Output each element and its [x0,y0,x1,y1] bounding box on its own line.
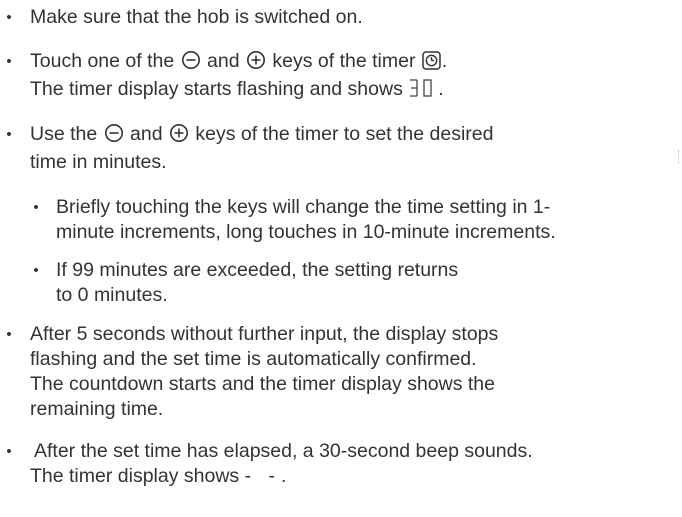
step-text: Briefly touching the keys will change th… [56,195,682,245]
bullet: • [6,326,12,343]
step-line: flashing and the set time is automatical… [30,348,477,370]
step-text: After the set time has elapsed, a 30-sec… [30,439,682,489]
step-text: Touch one of the and keys of the timer .… [30,49,682,105]
step-line: If 99 minutes are exceeded, the setting … [56,259,459,281]
plus-circle-icon [246,50,266,77]
step-text: After 5 seconds without further input, t… [30,322,682,422]
step-line: The timer display starts flashing and sh… [30,77,682,105]
bullet: • [6,126,12,143]
step-line: The timer display shows - -. [30,464,682,489]
bullet: • [33,199,39,216]
timer-clock-icon [422,51,441,77]
step-text: Use the and keys of the timer to set the… [30,122,682,175]
bullet: • [6,443,12,460]
step-text-part: . [438,78,444,100]
step-line: The countdown starts and the timer displ… [30,373,495,395]
step-text: Make sure that the hob is switched on. [30,6,363,28]
step-line: After the set time has elapsed, a 30-sec… [34,440,533,462]
step-line: Use the and keys of the timer to set the… [30,122,682,150]
seven-segment-30-icon [408,78,438,105]
step-line: After 5 seconds without further input, t… [30,323,499,345]
bullet: • [6,53,12,70]
step-text-part: The timer display shows [30,465,245,487]
step-line: Briefly touching the keys will change th… [56,196,551,218]
minus-circle-icon [104,123,124,150]
step-line: time in minutes. [30,151,167,173]
step-line: Touch one of the and keys of the timer . [30,49,682,77]
step-text-part: . [441,50,448,72]
bullet: • [6,9,12,26]
step-text-part: and [201,50,245,72]
step-text-part: keys of the timer [267,50,421,72]
display-dashes: - - [244,465,281,487]
step-text-part: keys of the timer to set the desired [190,123,494,145]
plus-circle-icon [169,123,189,150]
minus-circle-icon [181,50,201,77]
step-text: If 99 minutes are exceeded, the setting … [56,258,682,308]
step-text-part: Use the [30,123,103,145]
step-line: to 0 minutes. [56,284,168,306]
step-text-part: Touch one of the [30,50,180,72]
step-line: minute increments, long touches in 10-mi… [56,221,556,243]
step-text-part: and [124,123,168,145]
step-text-part: The timer display starts flashing and sh… [30,78,409,100]
margin-mark [678,150,680,164]
step-line: remaining time. [30,398,164,420]
step-text-part: . [280,465,287,487]
bullet: • [33,262,39,279]
